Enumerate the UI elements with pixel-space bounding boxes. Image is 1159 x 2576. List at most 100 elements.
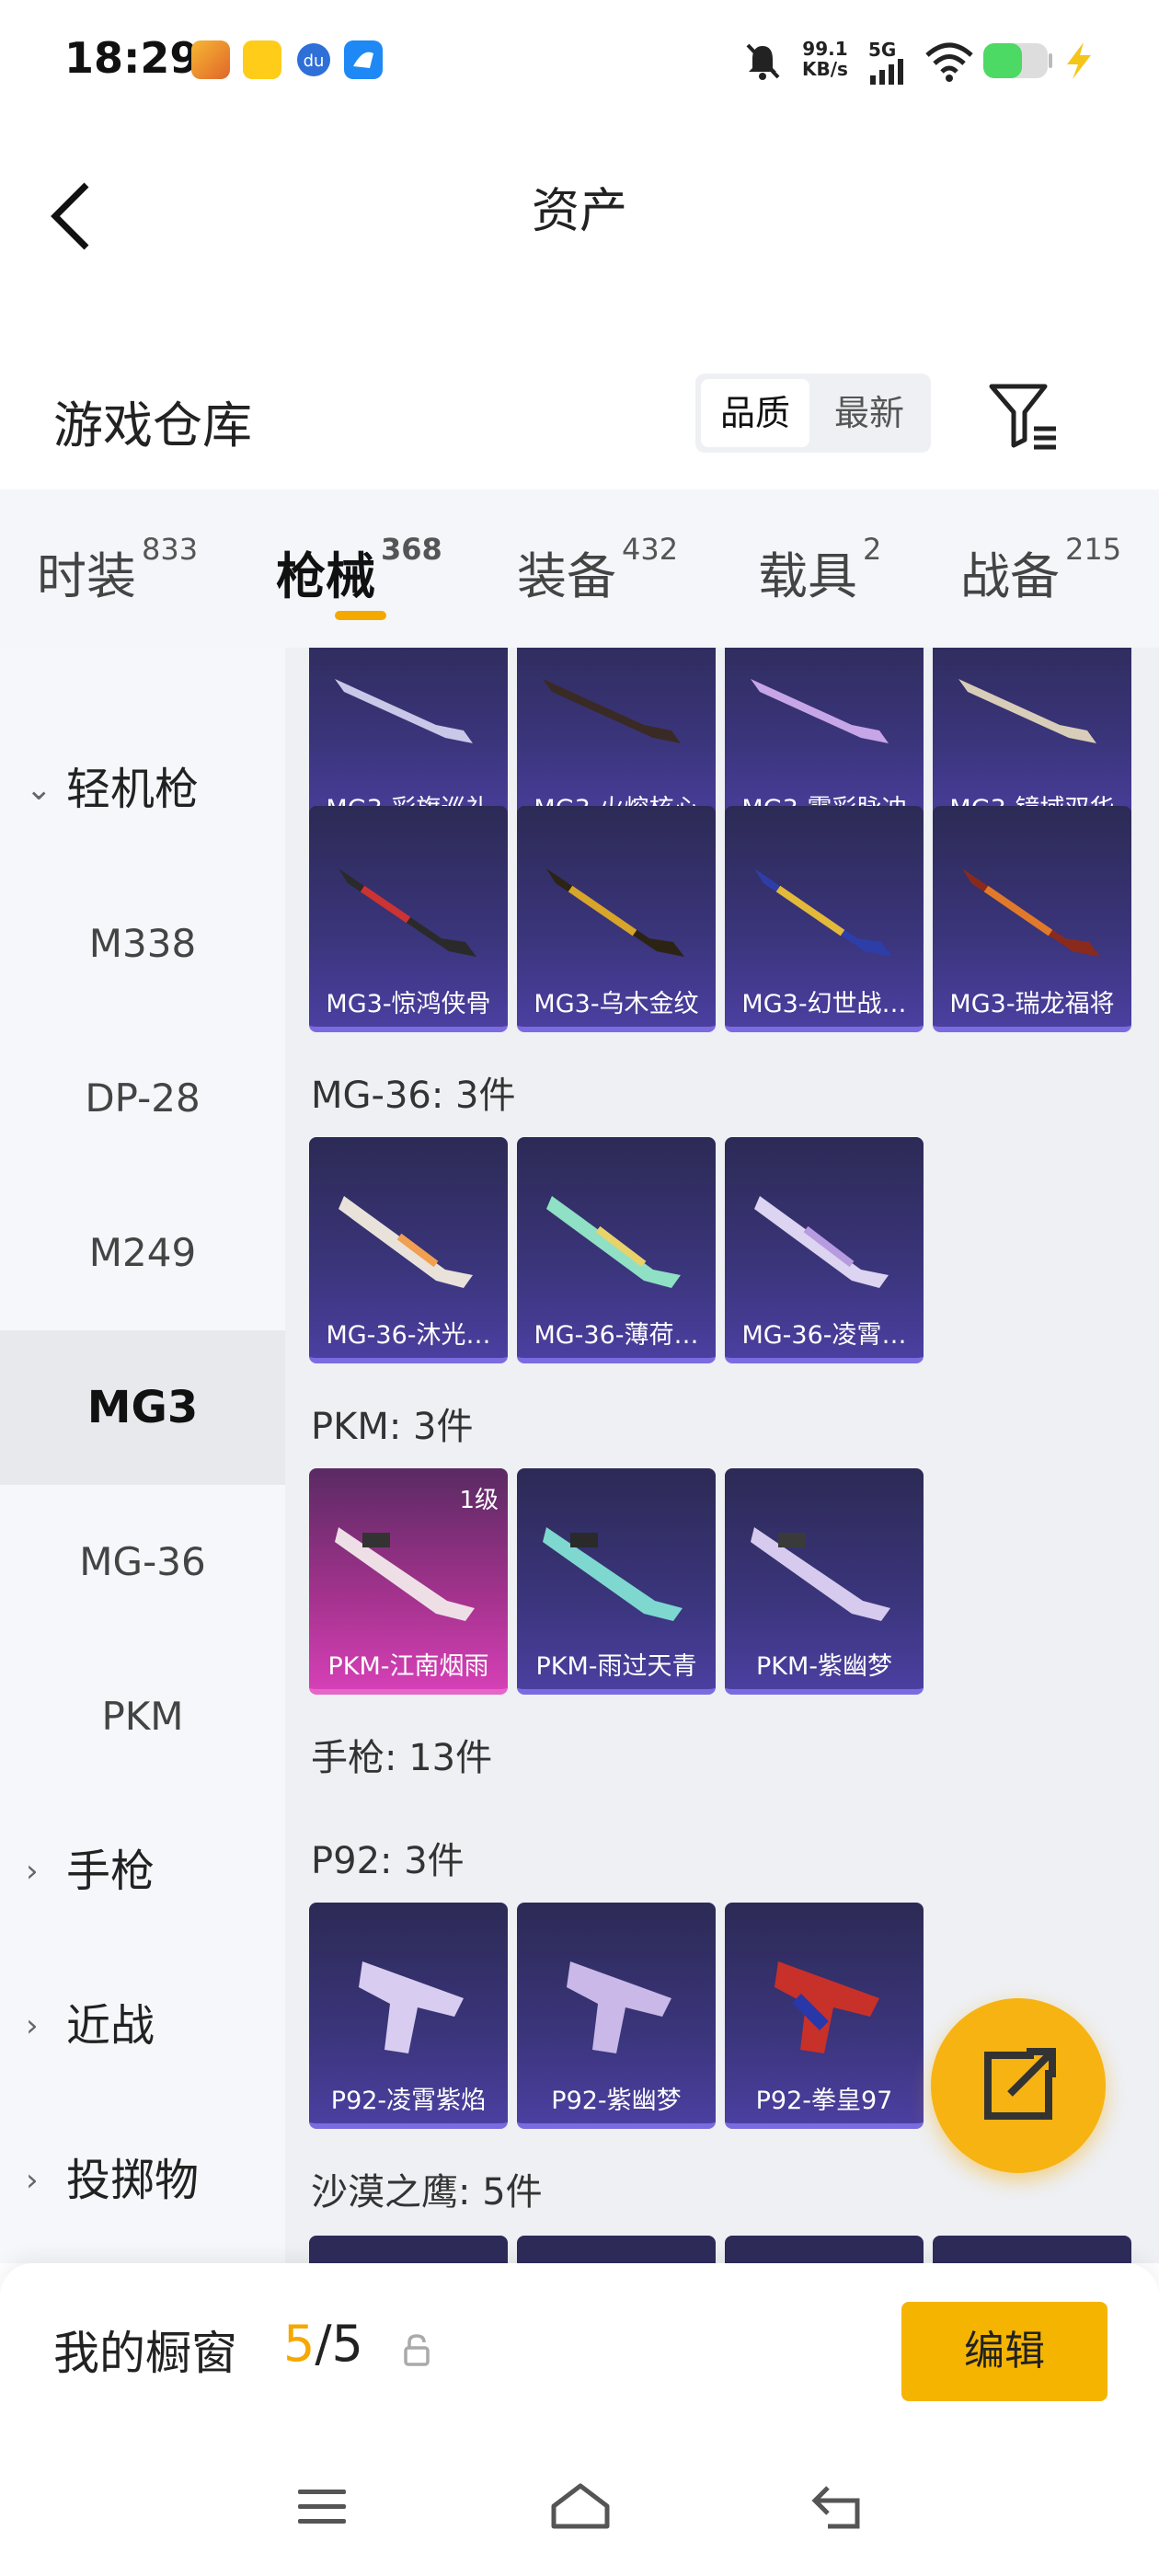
weapon-card[interactable]: PKM-雨过天青 xyxy=(517,1468,716,1695)
battery-icon xyxy=(983,43,1052,78)
sort-quality-button[interactable]: 品质 xyxy=(701,379,809,447)
sidebar-group-melee[interactable]: › 近战 xyxy=(0,1949,285,2103)
rifle-icon xyxy=(339,1196,473,1288)
weapon-card[interactable]: P92-拳皇97 xyxy=(725,1903,924,2129)
app-icon-4 xyxy=(344,40,383,79)
weapon-name: MG3-惊鸿侠骨 xyxy=(326,990,491,1018)
sidebar-group-label: 轻机枪 xyxy=(66,764,200,815)
sidebar-group-pistol[interactable]: › 手枪 xyxy=(0,1794,285,1949)
lmg-icon xyxy=(335,679,473,743)
weapon-card[interactable]: MG-36-凌霄… xyxy=(725,1137,924,1363)
weapon-name: MG3-乌木金纹 xyxy=(534,990,699,1018)
sidebar-item-mg3[interactable]: MG3 xyxy=(0,1330,285,1485)
tab-label: 战备 xyxy=(960,547,1060,605)
group-header-pkm: PKM: 3件 xyxy=(311,1406,474,1448)
pistol-icon xyxy=(775,1961,879,2053)
group-header-p92: P92: 3件 xyxy=(311,1840,465,1882)
sidebar-item-pkm[interactable]: PKM xyxy=(0,1639,285,1794)
weapon-card[interactable]: MG3-惊鸿侠骨 xyxy=(309,806,508,1032)
app-icon-1 xyxy=(191,40,230,79)
group-header-mg36: MG-36: 3件 xyxy=(311,1075,516,1117)
home-icon[interactable] xyxy=(548,2480,613,2532)
tab-count: 833 xyxy=(142,532,199,567)
sidebar-item-m249[interactable]: M249 xyxy=(0,1176,285,1330)
chevron-right-icon: › xyxy=(26,1853,39,1890)
weapon-name: MG3-瑞龙福将 xyxy=(949,990,1115,1018)
weapon-name: P92-凌霄紫焰 xyxy=(330,2087,487,2115)
weapon-name: MG3-幻世战… xyxy=(741,990,907,1018)
tab-vehicles[interactable]: 载具 2 xyxy=(758,532,882,609)
lmg-icon xyxy=(546,868,684,957)
weapon-card[interactable]: P92-凌霄紫焰 xyxy=(309,1903,508,2129)
tab-count: 2 xyxy=(863,532,882,567)
filter-icon[interactable] xyxy=(988,381,1061,451)
net-speed-unit: KB/s xyxy=(802,58,848,80)
weapon-card[interactable] xyxy=(933,2236,1131,2263)
tab-count: 432 xyxy=(622,532,679,567)
active-tab-indicator xyxy=(335,611,386,620)
weapon-card[interactable]: MG-36-沐光… xyxy=(309,1137,508,1363)
sidebar-item-mg36[interactable]: MG-36 xyxy=(0,1485,285,1639)
mute-bell-icon xyxy=(746,43,780,80)
group-header-deagle: 沙漠之鹰: 5件 xyxy=(311,2171,543,2214)
weapon-card[interactable]: 1级 PKM-江南烟雨 xyxy=(309,1468,508,1695)
sidebar-item-m338[interactable]: M338 xyxy=(0,867,285,1021)
weapon-card[interactable]: PKM-紫幽梦 xyxy=(725,1468,924,1695)
showcase-count-total: /5 xyxy=(315,2315,363,2373)
tab-count: 215 xyxy=(1065,532,1122,567)
sidebar-group-lmg[interactable]: ⌄ 轻机枪 xyxy=(0,712,285,867)
sort-newest-button[interactable]: 最新 xyxy=(815,379,924,447)
status-bar: 18:29 du 99.1 KB/s 5G xyxy=(0,0,1159,129)
back-icon[interactable] xyxy=(809,2480,865,2532)
weapon-card[interactable]: MG3-幻世战… xyxy=(725,806,924,1032)
tab-equipment[interactable]: 装备 432 xyxy=(517,532,679,609)
group-header-pistol: 手枪: 13件 xyxy=(311,1737,493,1779)
sidebar-item-dp28[interactable]: DP-28 xyxy=(0,1021,285,1176)
sidebar-group-throwable[interactable]: › 投掷物 xyxy=(0,2103,285,2258)
section-title: 游戏仓库 xyxy=(53,397,252,454)
tab-firearms[interactable]: 枪械 368 xyxy=(276,532,442,609)
tab-label: 时装 xyxy=(37,547,136,605)
tab-label: 装备 xyxy=(517,547,616,605)
weapon-card[interactable]: MG3-乌木金纹 xyxy=(517,806,716,1032)
sidebar-group-label: 手枪 xyxy=(66,1846,155,1897)
weapon-card[interactable] xyxy=(517,2236,716,2263)
chevron-right-icon: › xyxy=(26,2007,39,2044)
sidebar-group-label: 散弹枪 xyxy=(66,648,199,701)
weapon-card[interactable]: MG-36-薄荷… xyxy=(517,1137,716,1363)
weapon-card[interactable] xyxy=(725,2236,924,2263)
lock-icon xyxy=(404,2334,430,2366)
lmg-icon xyxy=(958,679,1096,743)
sidebar-group-shotgun[interactable]: ›散弹枪 xyxy=(0,648,285,701)
lmg-icon xyxy=(543,679,681,743)
edit-button[interactable]: 编辑 xyxy=(901,2302,1107,2401)
menu-icon[interactable] xyxy=(294,2484,350,2530)
weapon-name: PKM-江南烟雨 xyxy=(327,1652,489,1681)
sort-toggle: 品质 最新 xyxy=(695,374,931,453)
wifi-icon xyxy=(925,42,973,82)
showcase-count: 5/5 xyxy=(283,2315,363,2373)
share-fab-button[interactable] xyxy=(931,1998,1106,2173)
signal-icon xyxy=(870,59,903,85)
lmg-icon xyxy=(543,1527,683,1621)
weapon-card[interactable]: P92-紫幽梦 xyxy=(517,1903,716,2129)
system-nav-bar xyxy=(0,2466,1159,2576)
sidebar-group-label: 近战 xyxy=(66,2000,155,2052)
showcase-label: 我的橱窗 xyxy=(53,2327,237,2380)
svg-text:du: du xyxy=(304,52,325,71)
tab-count: 368 xyxy=(381,532,442,567)
app-icon-2 xyxy=(243,40,281,79)
chevron-right-icon: › xyxy=(26,648,53,701)
weapon-card[interactable]: MG3-瑞龙福将 xyxy=(933,806,1131,1032)
charging-icon xyxy=(1067,42,1091,79)
lmg-icon xyxy=(751,679,889,743)
pistol-icon xyxy=(567,1961,671,2053)
category-tabs: 时装 833 枪械 368 装备 432 载具 2 战备 215 xyxy=(0,489,1159,648)
tab-label: 载具 xyxy=(758,547,857,605)
pistol-icon xyxy=(359,1961,464,2053)
weapon-name: MG-36-薄荷… xyxy=(534,1321,699,1350)
tab-supplies[interactable]: 战备 215 xyxy=(960,532,1122,609)
weapon-card[interactable] xyxy=(309,2236,508,2263)
weapon-name: MG-36-沐光… xyxy=(326,1321,491,1350)
tab-fashion[interactable]: 时装 833 xyxy=(37,532,199,609)
